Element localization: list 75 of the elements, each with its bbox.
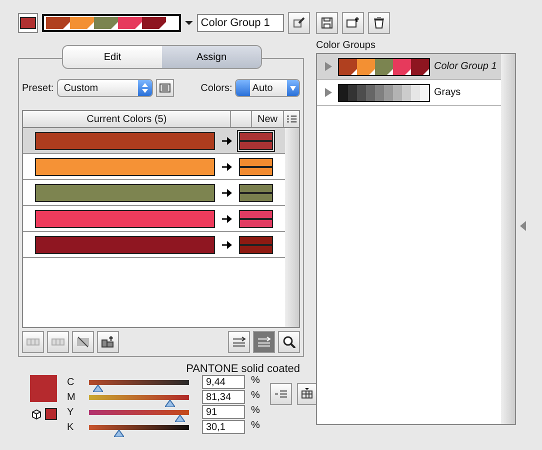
no-color-button[interactable] <box>72 331 94 353</box>
new-color-swatch[interactable] <box>239 158 273 176</box>
column-header: Current Colors (5) <box>23 111 232 127</box>
arrow-icon <box>222 162 232 170</box>
tiles-button[interactable] <box>47 331 69 353</box>
shuffle-dark-icon <box>257 336 271 348</box>
menu-icon[interactable] <box>287 115 300 123</box>
swatch-menu-button[interactable] <box>270 383 292 405</box>
collapse-arrow-icon[interactable] <box>520 221 526 231</box>
dropdown-caret-icon[interactable] <box>184 20 193 26</box>
group-name: Color Group 1 <box>434 61 497 72</box>
value-field[interactable]: 9,44 <box>202 375 245 389</box>
arrow-icon <box>222 240 232 248</box>
tile-button[interactable] <box>22 331 44 353</box>
zoom-button[interactable] <box>278 331 300 353</box>
percent-label: % <box>251 375 260 386</box>
new-color-swatch[interactable] <box>239 132 273 150</box>
menu-icon <box>274 388 288 400</box>
percent-label: % <box>251 420 260 431</box>
save-button[interactable] <box>316 12 338 34</box>
new-group-icon <box>346 17 360 29</box>
group-name-field[interactable]: Color Group 1 <box>196 14 284 32</box>
percent-label: % <box>251 390 260 401</box>
shuffle-button[interactable] <box>228 331 250 353</box>
expand-triangle-icon[interactable] <box>325 88 332 97</box>
save-icon <box>320 17 334 29</box>
channel-label: K <box>67 422 75 432</box>
channel-label: Y <box>67 406 75 418</box>
scrollbar[interactable] <box>285 128 299 327</box>
add-button[interactable] <box>97 331 119 353</box>
color-group-row[interactable]: Color Group 1 <box>317 54 501 80</box>
new-group-button[interactable] <box>342 12 364 34</box>
colors-label: Colors: <box>200 82 232 94</box>
eyedropper-icon <box>292 17 306 29</box>
channel-label: C <box>67 376 76 388</box>
arrow-icon <box>222 214 232 222</box>
list-icon <box>158 82 172 94</box>
value-field[interactable]: 81,34 <box>202 390 245 404</box>
grid-icon <box>300 388 315 400</box>
column-header: New <box>252 111 284 127</box>
delete-icon <box>372 17 386 29</box>
group-name: Grays <box>434 87 461 98</box>
preset-label: Preset: <box>22 82 54 94</box>
new-color-swatch[interactable] <box>239 184 273 202</box>
dropdown-arrow-icon[interactable] <box>290 86 296 90</box>
tile-icon <box>26 336 40 348</box>
channel-label: M <box>67 392 76 402</box>
list-button[interactable] <box>156 79 174 97</box>
shuffle-icon <box>232 336 246 348</box>
cube-icon <box>31 408 42 420</box>
zoom-icon <box>282 336 296 348</box>
eyedropper-button[interactable] <box>288 12 310 34</box>
colors-select[interactable]: Auto <box>235 79 300 97</box>
stepper-icon[interactable] <box>142 83 148 93</box>
tab[interactable]: Assign <box>162 46 261 68</box>
current-color-swatch[interactable] <box>18 13 38 33</box>
new-color-swatch[interactable] <box>239 210 273 228</box>
library-button[interactable] <box>296 383 319 405</box>
color-group-strip[interactable] <box>42 14 181 32</box>
no-color-icon <box>76 336 90 348</box>
value-field[interactable]: 30,1 <box>202 420 245 434</box>
preset-select[interactable]: Custom <box>56 79 153 97</box>
color-groups-title: Color Groups <box>316 40 376 51</box>
tab[interactable]: Edit <box>63 46 162 68</box>
arrow-icon <box>222 188 232 196</box>
new-color-swatch[interactable] <box>239 236 273 254</box>
shuffle-dark-button[interactable] <box>253 331 275 353</box>
scrollbar[interactable] <box>501 54 515 424</box>
delete-button[interactable] <box>368 12 390 34</box>
add-icon <box>101 336 115 348</box>
percent-label: % <box>251 405 260 416</box>
library-label: PANTONE solid coated <box>186 363 300 375</box>
tiles-icon <box>51 336 65 348</box>
value-field[interactable]: 91 <box>202 405 245 419</box>
arrow-icon <box>222 136 232 144</box>
